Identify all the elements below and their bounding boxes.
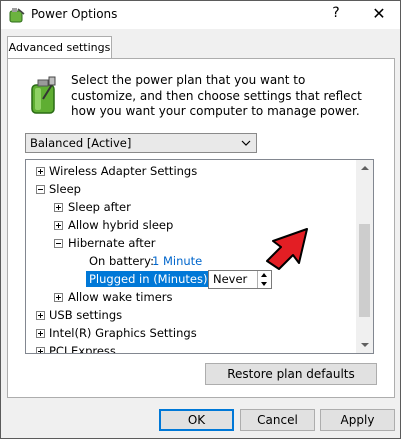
battery-plug-icon [31, 76, 56, 114]
power-plan-value: Balanced [Active] [30, 136, 132, 150]
tree-item-label: Wireless Adapter Settings [49, 164, 198, 178]
scroll-down-arrow-icon[interactable] [361, 343, 369, 347]
collapse-icon[interactable] [36, 185, 45, 194]
scroll-thumb[interactable] [359, 224, 370, 317]
expand-icon[interactable] [36, 167, 45, 176]
title-bar: Power Options ? ✕ [1, 1, 400, 29]
tree-item-label: Allow wake timers [68, 290, 173, 304]
tree-scrollbar[interactable] [356, 160, 373, 353]
collapse-icon[interactable] [54, 239, 63, 248]
tree-item-label: Sleep after [68, 200, 131, 214]
tree-item-label: Intel(R) Graphics Settings [49, 326, 197, 340]
expand-icon[interactable] [36, 329, 45, 338]
power-options-window: Power Options ? ✕ Advanced settings Sele… [0, 0, 401, 439]
chevron-down-icon [241, 140, 251, 146]
expand-icon[interactable] [54, 203, 63, 212]
spin-up-icon[interactable] [261, 273, 267, 277]
tree-item-label: Allow hybrid sleep [68, 218, 174, 232]
cancel-button[interactable]: Cancel [240, 409, 315, 431]
tree-item-label: USB settings [49, 308, 123, 322]
red-arrow-annotation-icon [266, 228, 308, 270]
expand-icon[interactable] [54, 221, 63, 230]
close-button[interactable]: ✕ [365, 3, 393, 25]
tree-item-label: Sleep [49, 182, 81, 196]
help-button[interactable]: ? [326, 5, 346, 21]
expand-icon[interactable] [36, 311, 45, 320]
tab-advanced-settings[interactable]: Advanced settings [7, 36, 112, 59]
on-battery-value-link[interactable]: 1 Minute [152, 252, 202, 270]
on-battery-label: On battery: [89, 254, 155, 268]
scroll-up-arrow-icon[interactable] [361, 166, 369, 170]
plan-description: Select the power plan that you want to c… [71, 73, 362, 118]
apply-button[interactable]: Apply [320, 409, 395, 431]
plugged-in-value[interactable]: Never [213, 272, 247, 286]
power-plan-select[interactable]: Balanced [Active] [25, 133, 257, 153]
expand-icon[interactable] [36, 347, 45, 353]
ok-button[interactable]: OK [159, 409, 234, 431]
power-options-icon [9, 8, 25, 23]
restore-plan-defaults-button[interactable]: Restore plan defaults [205, 363, 377, 385]
spin-down-icon[interactable] [261, 282, 267, 286]
expand-icon[interactable] [54, 293, 63, 302]
spin-buttons [257, 271, 271, 288]
window-title: Power Options [31, 7, 118, 21]
plugged-in-label[interactable]: Plugged in (Minutes): [86, 271, 215, 287]
tree-item-label: Hibernate after [68, 236, 156, 250]
tree-item-label: PCI Express [49, 344, 116, 354]
